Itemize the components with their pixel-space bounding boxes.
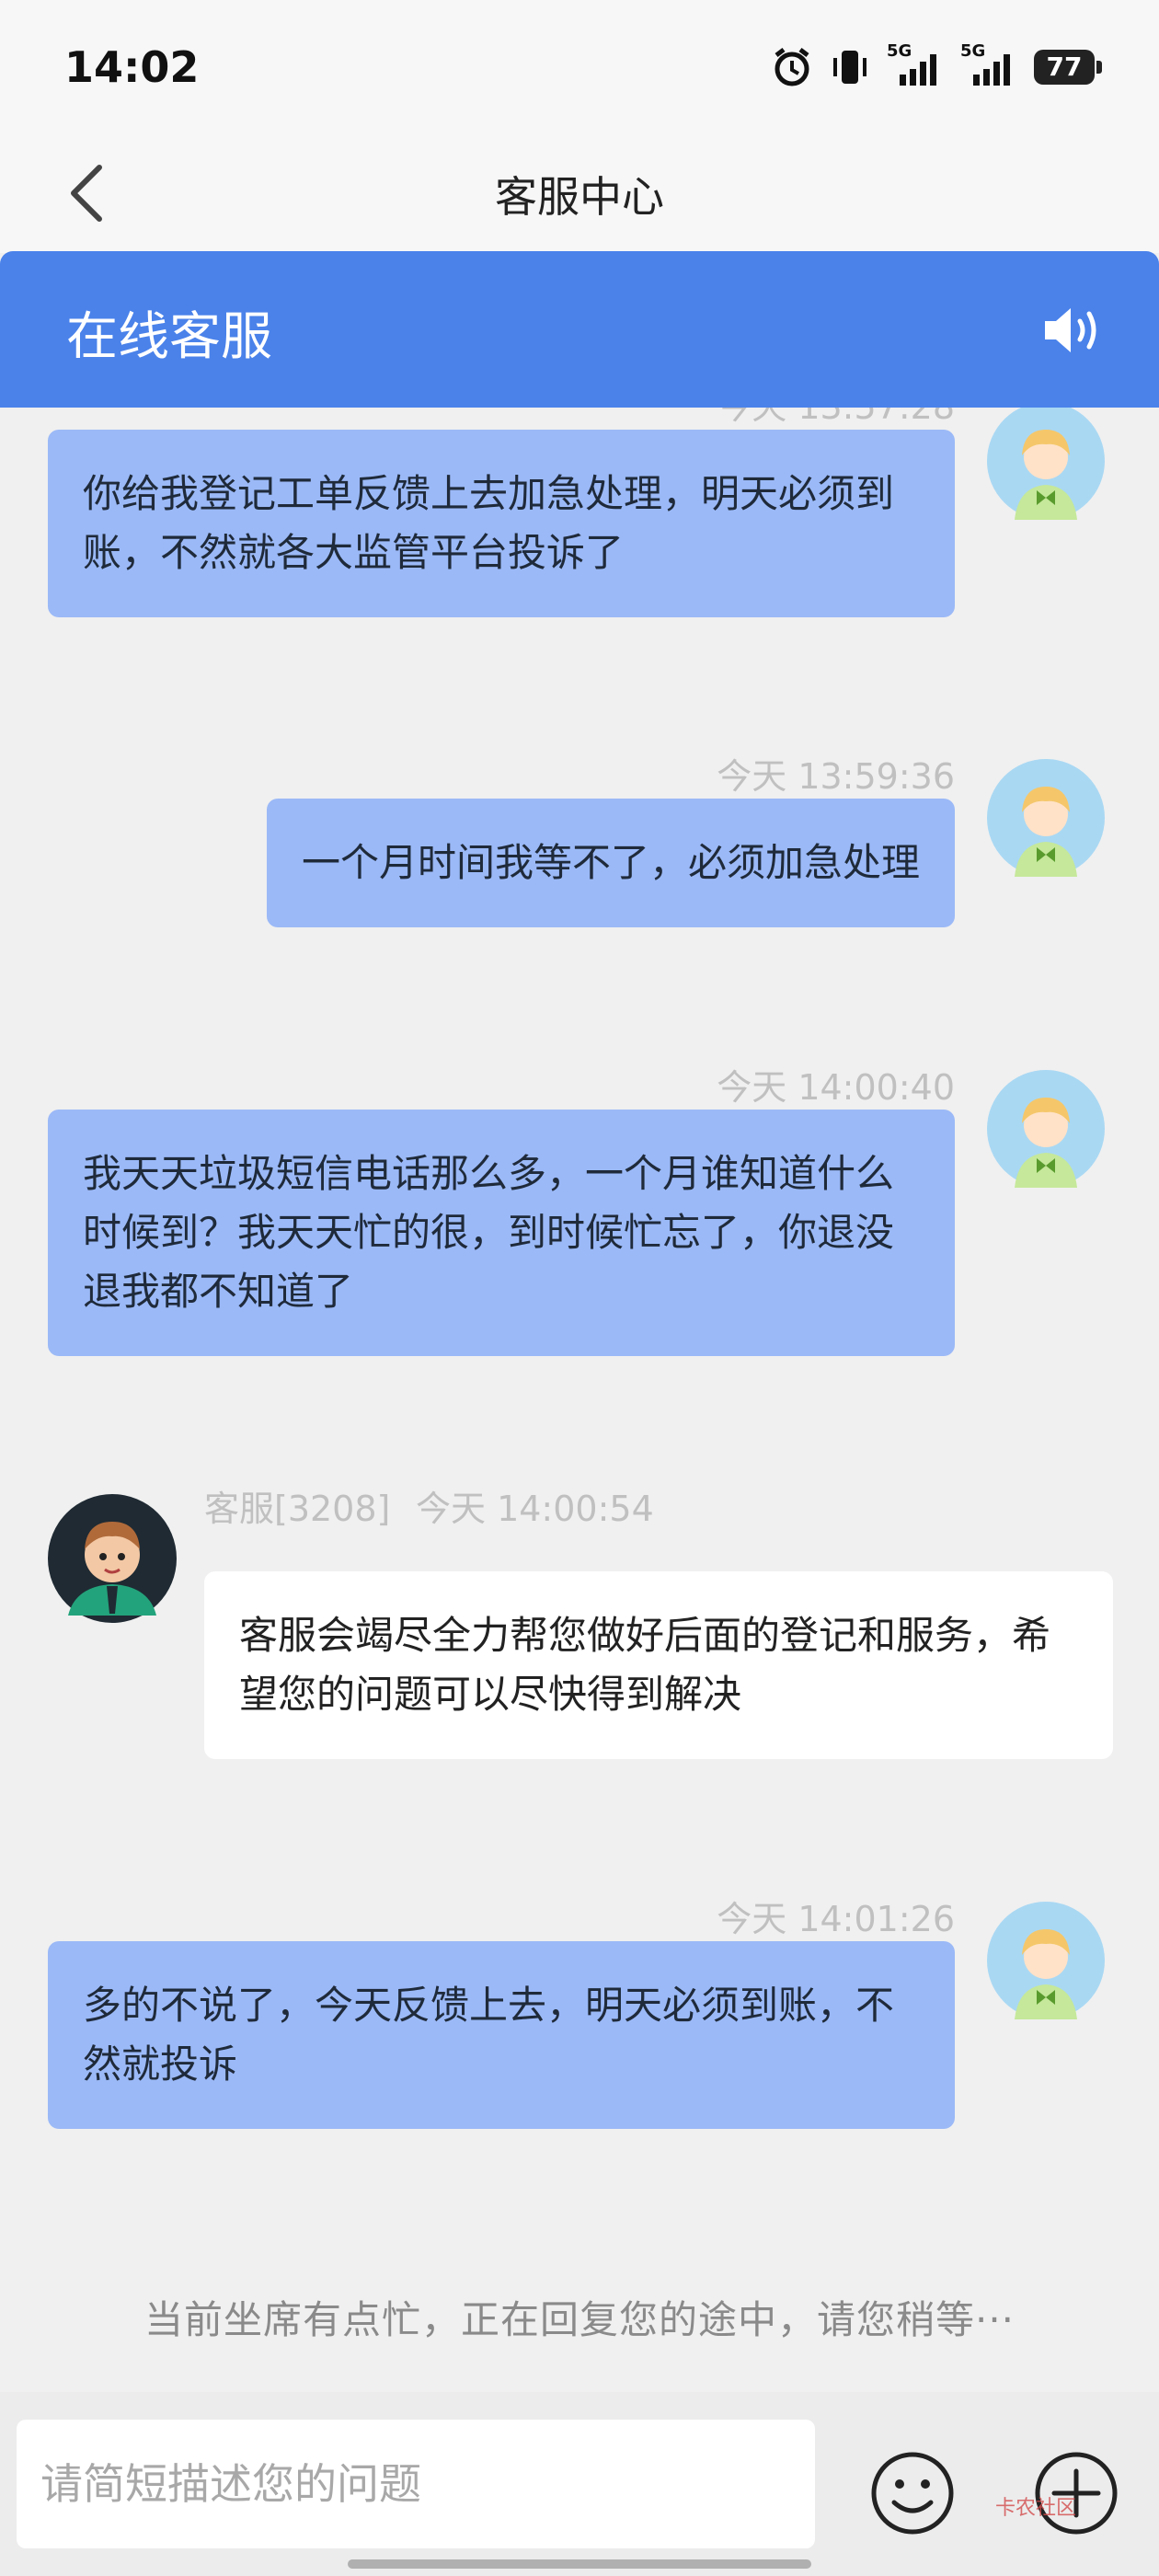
smiley-icon xyxy=(871,2452,954,2535)
busy-notice: 当前坐席有点忙，正在回复您的途中，请您稍等··· xyxy=(143,2297,1016,2342)
user-avatar xyxy=(987,759,1105,877)
status-icons: 5G 5G 77 xyxy=(771,41,1102,88)
service-header: 在线客服 xyxy=(0,251,1159,408)
status-bar: 14:02 5G 5G 77 xyxy=(0,0,1159,138)
message-timestamp: 今天 14:00:40 xyxy=(717,1067,955,1108)
input-bar: 卡农社区 xyxy=(0,2392,1159,2576)
watermark: 卡农社区 xyxy=(995,2497,1077,2520)
alarm-icon xyxy=(775,48,809,86)
message-timestamp: 今天 14:01:26 xyxy=(717,1899,955,1939)
user-message-text: 一个月时间我等不了，必须加急处理 xyxy=(301,840,920,885)
signal-2-icon: 5G xyxy=(960,41,1017,87)
message-timestamp: 今天 13:57:28 xyxy=(717,408,955,429)
service-title: 在线客服 xyxy=(66,307,272,367)
agent-message-bubble: 客服会竭尽全力帮您做好后面的登记和服务，希望您的问题可以尽快得到解决 xyxy=(204,1571,1113,1759)
chat-area[interactable]: 今天 13:57:28 你给我登记工单反馈上去加急处理，明天必须到账，不然就各大… xyxy=(0,408,1159,2392)
page-title: 客服中心 xyxy=(495,172,664,222)
speaker-button[interactable] xyxy=(1041,303,1106,358)
message-timestamp: 今天 13:59:36 xyxy=(717,756,955,797)
battery-icon: 77 xyxy=(1034,50,1102,85)
message-timestamp: 今天 14:00:54 xyxy=(416,1489,654,1529)
emoji-button[interactable] xyxy=(868,2449,957,2537)
agent-message-text: 客服会竭尽全力帮您做好后面的登记和服务，希望您的问题可以尽快得到解决 xyxy=(239,1613,1051,1717)
user-message-text: 我天天垃圾短信电话那么多，一个月谁知道什么时候到？我天天忙的很，到时候忙忘了，你… xyxy=(83,1151,895,1314)
user-message-text: 多的不说了，今天反馈上去，明天必须到账，不然就投诉 xyxy=(83,1983,895,2087)
user-avatar xyxy=(987,1902,1105,2019)
home-indicator[interactable] xyxy=(348,2559,811,2569)
signal-1-icon: 5G xyxy=(887,41,944,87)
agent-name: 客服[3208] xyxy=(204,1489,391,1529)
message-input[interactable] xyxy=(17,2420,815,2548)
speaker-icon xyxy=(1045,308,1096,352)
nav-bar: 客服中心 xyxy=(0,138,1159,253)
user-avatar xyxy=(987,1070,1105,1188)
status-time: 14:02 xyxy=(64,42,200,92)
user-avatar xyxy=(987,408,1105,520)
user-message-text: 你给我登记工单反馈上去加急处理，明天必须到账，不然就各大监管平台投诉了 xyxy=(83,471,895,575)
user-message-bubble: 一个月时间我等不了，必须加急处理 xyxy=(266,799,955,927)
agent-avatar xyxy=(48,1494,177,1623)
user-message-bubble: 我天天垃圾短信电话那么多，一个月谁知道什么时候到？我天天忙的很，到时候忙忘了，你… xyxy=(48,1110,955,1356)
vibrate-icon xyxy=(833,51,866,84)
user-message-bubble: 多的不说了，今天反馈上去，明天必须到账，不然就投诉 xyxy=(48,1941,955,2129)
user-message-bubble: 你给我登记工单反馈上去加急处理，明天必须到账，不然就各大监管平台投诉了 xyxy=(48,430,955,617)
